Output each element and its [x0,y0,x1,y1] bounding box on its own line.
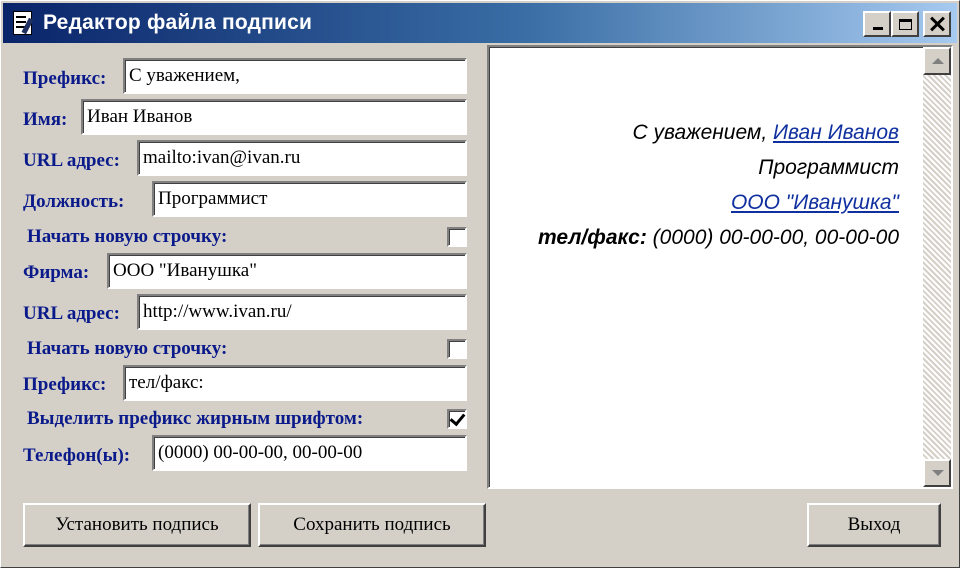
position-input[interactable] [152,181,467,217]
preview-prefix: С уважением, [632,121,773,144]
exit-button[interactable]: Выход [807,503,941,547]
url-input[interactable] [137,140,467,176]
bold-prefix-label: Выделить префикс жирным шрифтом: [27,408,364,429]
caption-buttons [863,11,951,37]
phone-prefix-label: Префикс: [23,374,107,395]
scroll-up-button[interactable] [923,47,951,75]
prefix-input[interactable] [123,58,467,94]
newline-label: Начать новую строчку: [27,226,228,247]
minimize-button[interactable] [863,11,891,37]
name-label: Имя: [23,109,68,130]
preview-company-link[interactable]: ООО "Иванушка" [731,191,899,214]
set-signature-button[interactable]: Установить подпись [23,503,251,547]
minimize-icon [873,27,883,30]
company-label: Фирма: [23,262,90,283]
phone-input[interactable] [152,435,467,471]
name-input[interactable] [81,99,467,135]
newline-checkbox[interactable] [447,227,467,247]
maximize-icon [898,18,912,30]
close-icon [929,16,945,32]
preview-line-4: тел/факс: (0000) 00-00-00, 00-00-00 [538,220,899,255]
bold-prefix-checkbox[interactable] [447,409,467,429]
prefix-label: Префикс: [23,68,107,89]
title-bar[interactable]: Редактор файла подписи [3,3,957,43]
window-title: Редактор файла подписи [43,11,313,34]
signature-preview[interactable]: С уважением, Иван Иванов Программист ООО… [487,45,953,489]
position-label: Должность: [23,191,125,212]
preview-phone: (0000) 00-00-00, 00-00-00 [646,226,899,249]
close-button[interactable] [923,11,951,37]
preview-line-1: С уважением, Иван Иванов [538,115,899,150]
phone-label: Телефон(ы): [23,445,131,466]
signature-editor-window: Редактор файла подписи Префикс: Имя: URL… [0,0,960,568]
preview-line-3: ООО "Иванушка" [538,185,899,220]
newline2-checkbox[interactable] [447,339,467,359]
company-input[interactable] [107,253,467,289]
maximize-button[interactable] [891,11,919,37]
arrow-up-icon [932,58,944,64]
preview-phone-prefix: тел/факс: [538,226,647,249]
document-pen-icon [11,10,35,36]
arrow-down-icon [932,470,944,476]
company-url-label: URL адрес: [23,303,120,324]
url-label: URL адрес: [23,150,120,171]
scroll-down-button[interactable] [923,459,951,487]
signature-text: С уважением, Иван Иванов Программист ООО… [538,115,899,255]
preview-scrollbar[interactable] [923,47,951,487]
newline2-label: Начать новую строчку: [27,338,228,359]
preview-name-link[interactable]: Иван Иванов [773,121,899,144]
save-signature-button[interactable]: Сохранить подпись [258,503,486,547]
preview-line-2: Программист [758,156,899,179]
phone-prefix-input[interactable] [123,365,467,401]
company-url-input[interactable] [137,294,467,330]
